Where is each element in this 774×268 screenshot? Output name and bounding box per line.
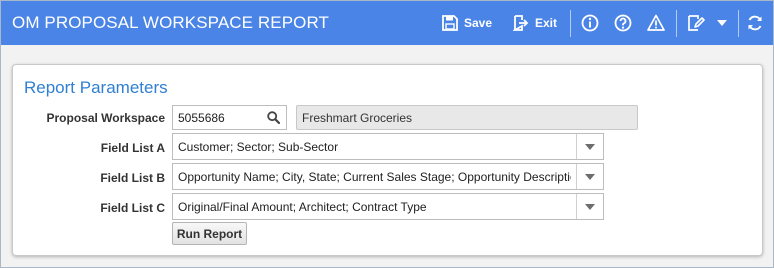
proposal-workspace-value: 5055686 <box>178 110 225 125</box>
toolbar-divider <box>738 10 739 37</box>
exit-icon <box>513 15 529 31</box>
field-list-c-select[interactable]: Original/Final Amount; Architect; Contra… <box>172 193 604 220</box>
field-list-c-value: Original/Final Amount; Architect; Contra… <box>178 200 427 214</box>
refresh-icon[interactable] <box>744 12 766 34</box>
proposal-workspace-input[interactable]: 5055686 <box>172 105 287 130</box>
page-title: OM PROPOSAL WORKSPACE REPORT <box>12 13 330 32</box>
field-list-c-label: Field List C <box>100 201 165 215</box>
save-icon <box>442 15 458 31</box>
chevron-down-icon[interactable] <box>576 194 603 219</box>
field-list-b-label: Field List B <box>100 171 165 185</box>
exit-label: Exit <box>535 16 558 30</box>
title-bar: OM PROPOSAL WORKSPACE REPORT Save Exit <box>1 1 773 45</box>
save-label: Save <box>464 16 493 30</box>
exit-button[interactable]: Exit <box>513 12 557 34</box>
chevron-down-icon[interactable] <box>576 164 603 189</box>
field-list-b-value: Opportunity Name; City, State; Current S… <box>178 170 571 184</box>
dropdown-caret-icon[interactable] <box>711 12 733 34</box>
toolbar-divider <box>676 10 677 37</box>
field-list-a-value: Customer; Sector; Sub-Sector <box>178 140 339 154</box>
field-list-a-label: Field List A <box>100 141 165 155</box>
report-window: OM PROPOSAL WORKSPACE REPORT Save Exit R… <box>0 0 774 268</box>
proposal-workspace-label: Proposal Workspace <box>46 111 166 125</box>
search-icon[interactable] <box>260 106 286 129</box>
save-button[interactable]: Save <box>442 12 492 34</box>
report-parameters-panel: Report Parameters Proposal Workspace 505… <box>12 64 763 256</box>
warning-icon[interactable] <box>645 12 667 34</box>
section-title: Report Parameters <box>24 78 168 97</box>
proposal-workspace-description-text: Freshmart Groceries <box>302 110 413 125</box>
help-icon[interactable] <box>612 12 634 34</box>
toolbar-divider <box>570 10 571 37</box>
info-icon[interactable] <box>579 12 601 34</box>
run-report-button[interactable]: Run Report <box>172 222 247 245</box>
field-list-b-select[interactable]: Opportunity Name; City, State; Current S… <box>172 163 604 190</box>
proposal-workspace-description: Freshmart Groceries <box>296 105 638 130</box>
notes-icon[interactable] <box>685 12 707 34</box>
field-list-a-select[interactable]: Customer; Sector; Sub-Sector <box>172 133 604 160</box>
chevron-down-icon[interactable] <box>576 134 603 159</box>
